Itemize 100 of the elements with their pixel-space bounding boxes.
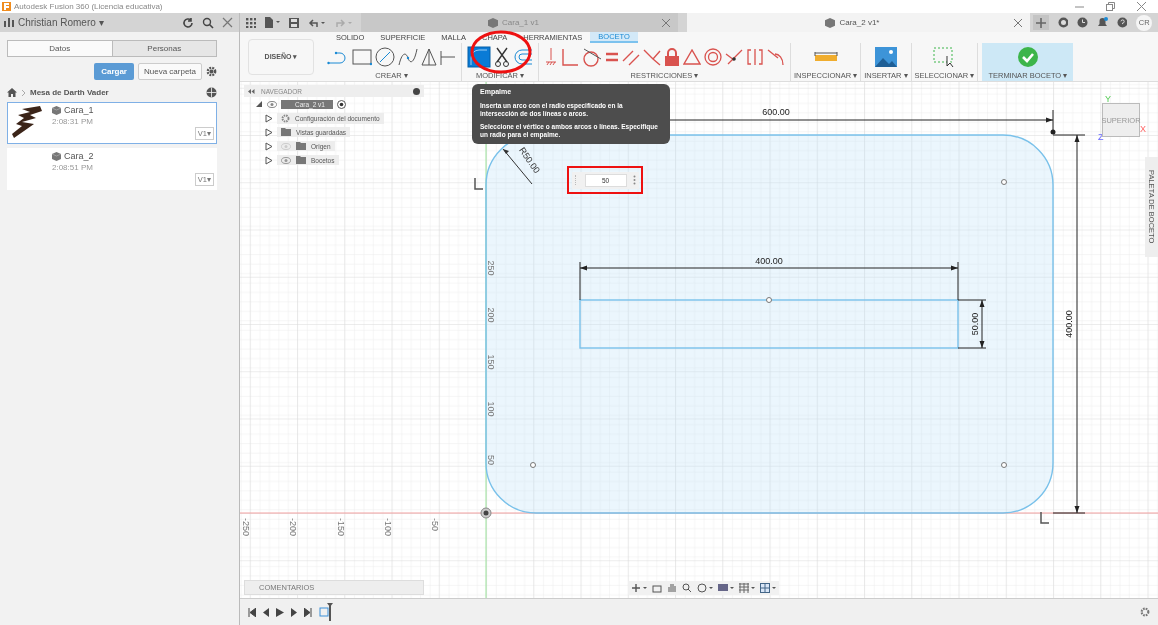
save-icon[interactable]	[289, 17, 300, 28]
document-tab[interactable]: Cara_2 v1*	[686, 13, 1030, 32]
extensions-icon[interactable]	[1057, 17, 1069, 28]
next-icon[interactable]	[290, 607, 298, 617]
lock-icon[interactable]	[664, 47, 680, 67]
help-icon[interactable]	[1116, 17, 1128, 28]
triangle-icon[interactable]	[683, 49, 701, 65]
viewports-icon[interactable]	[760, 583, 776, 593]
radio-icon[interactable]	[337, 99, 346, 109]
new-folder-button[interactable]: Nueva carpeta	[137, 63, 202, 80]
breadcrumb-folder[interactable]: Mesa de Darth Vader	[30, 88, 109, 97]
ruler-label: -250	[241, 518, 251, 536]
ruler-label: 50	[486, 455, 496, 465]
chevron-icon	[21, 88, 26, 97]
orbit-icon[interactable]	[631, 583, 647, 593]
offset-tool-icon[interactable]	[513, 48, 533, 66]
cube-icon	[52, 105, 61, 115]
constraint-icon[interactable]	[474, 177, 484, 190]
team-icon	[4, 18, 14, 27]
file-icon[interactable]	[264, 17, 281, 28]
last-icon[interactable]	[304, 607, 312, 617]
check-icon[interactable]	[1017, 47, 1038, 67]
dimension-value[interactable]: 50.00	[970, 312, 981, 336]
constraint-icon[interactable]	[1040, 511, 1050, 524]
ruler-icon[interactable]	[813, 51, 838, 63]
panel-tab[interactable]: Personas	[111, 41, 216, 56]
collapsed-icon[interactable]	[265, 127, 273, 137]
document-title: Cara_2 v1*	[839, 18, 880, 27]
equal-icon[interactable]	[605, 52, 619, 62]
bell-icon[interactable]	[1097, 17, 1108, 28]
play-icon[interactable]	[276, 607, 284, 617]
file-time: 2:08:51 PM	[52, 163, 94, 172]
ruler-label: 250	[486, 260, 496, 276]
dimension-value[interactable]: 600.00	[762, 107, 790, 117]
look-at-icon[interactable]	[652, 583, 662, 593]
ruler-label: 150	[486, 354, 496, 370]
spline-tool-icon[interactable]	[398, 48, 418, 66]
eye-icon[interactable]	[281, 156, 291, 164]
new-tab-button[interactable]	[1033, 15, 1049, 30]
triangle-tool-icon[interactable]	[421, 48, 437, 66]
collapsed-icon[interactable]	[265, 141, 273, 151]
close-icon[interactable]	[1014, 18, 1022, 27]
refresh-icon[interactable]	[182, 16, 194, 29]
ruler-label: 100	[486, 401, 496, 417]
dimension-value[interactable]: 400.00	[755, 256, 783, 266]
zoom-window-icon[interactable]	[697, 583, 713, 593]
midpoint-icon[interactable]	[725, 48, 743, 66]
expanded-icon[interactable]	[255, 100, 263, 108]
dimension-line[interactable]	[957, 299, 987, 349]
pan-icon[interactable]	[667, 583, 677, 593]
settings-icon[interactable]	[206, 66, 217, 77]
tangent-icon[interactable]	[582, 47, 602, 67]
panel-tab[interactable]: Datos	[8, 41, 112, 56]
close-icon[interactable]	[661, 18, 670, 27]
ruler-label: -150	[336, 518, 346, 536]
plus-icon	[1035, 17, 1046, 28]
settings-icon[interactable]	[1140, 607, 1150, 617]
zoom-icon[interactable]	[682, 583, 692, 593]
origin-point[interactable]	[480, 507, 492, 519]
grid-icon[interactable]	[739, 583, 755, 593]
image-icon[interactable]	[874, 47, 897, 67]
search-icon[interactable]	[202, 16, 214, 29]
restore-icon[interactable]	[1106, 2, 1115, 11]
coincident-icon[interactable]	[643, 48, 661, 66]
curvature-icon[interactable]	[767, 48, 785, 66]
sketch-feature-icon[interactable]	[318, 603, 336, 621]
close-icon[interactable]	[222, 17, 233, 28]
ruler-label: 200	[486, 307, 496, 323]
previous-icon[interactable]	[262, 607, 270, 617]
clock-icon[interactable]	[1077, 17, 1088, 28]
settings-icon	[281, 113, 290, 123]
concentric-icon[interactable]	[704, 48, 722, 66]
display-icon[interactable]	[718, 583, 734, 593]
fix-constraint-icon[interactable]	[544, 47, 558, 67]
home-icon[interactable]	[7, 88, 17, 97]
collapsed-icon[interactable]	[265, 155, 273, 165]
parallel-icon[interactable]	[622, 48, 640, 66]
grid-menu-icon[interactable]	[246, 17, 256, 28]
cube-icon	[825, 17, 836, 28]
first-icon[interactable]	[248, 607, 256, 617]
sketch-point[interactable]	[1050, 129, 1056, 135]
rectangle-tool-icon[interactable]	[352, 48, 372, 66]
undo-icon[interactable]	[308, 17, 326, 28]
globe-icon[interactable]	[206, 87, 217, 98]
more-icon[interactable]	[632, 175, 636, 185]
ruler-label: -50	[430, 518, 440, 531]
close-icon[interactable]	[1137, 2, 1146, 11]
ruler-label: -100	[383, 518, 393, 536]
trim-tool-icon[interactable]	[494, 47, 510, 67]
dimension-value[interactable]: 400.00	[1064, 310, 1075, 338]
perpendicular-icon[interactable]	[561, 48, 579, 66]
selection-icon[interactable]	[933, 47, 956, 67]
circle-tool-icon[interactable]	[375, 47, 395, 67]
axis-label: Y	[1105, 94, 1111, 104]
pin-icon[interactable]	[413, 87, 420, 95]
symmetry-icon[interactable]	[746, 48, 764, 66]
file-name: Cara_1	[64, 105, 94, 115]
collapsed-icon[interactable]	[265, 113, 273, 123]
collapse-icon[interactable]	[248, 88, 255, 94]
eye-icon[interactable]	[267, 100, 277, 108]
